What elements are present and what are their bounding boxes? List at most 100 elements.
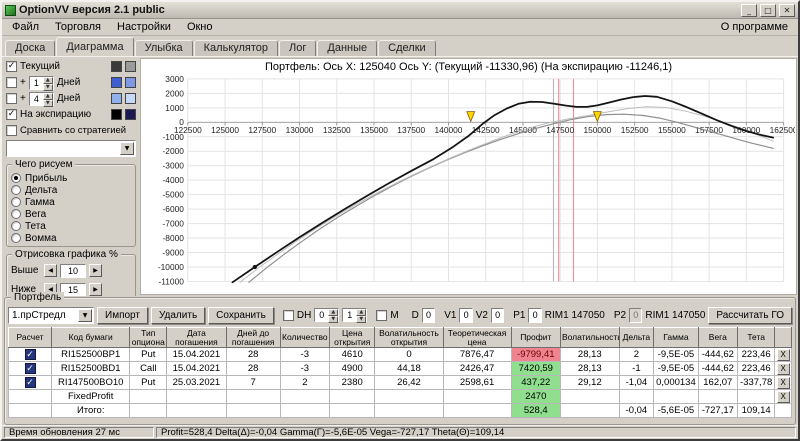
column-header-10[interactable]: Волатильность — [559, 327, 620, 348]
expiration-checkbox[interactable] — [6, 109, 17, 120]
menu-about[interactable]: О программе — [713, 20, 796, 34]
current-color-swatch-2[interactable] — [125, 61, 136, 72]
column-header-4[interactable]: Дней до погашения — [225, 327, 281, 348]
column-header-8[interactable]: Теоретическая цена — [442, 327, 512, 348]
tab-smile[interactable]: Улыбка — [134, 40, 193, 56]
maximize-button[interactable]: □ — [760, 3, 776, 17]
portfolio-preset-select[interactable]: 1.прСтредл ▼ — [8, 306, 94, 324]
plus1-color-swatch-2[interactable] — [125, 77, 136, 88]
cell-0: FixedProfit — [51, 389, 131, 404]
radio-icon — [11, 209, 21, 219]
decrease-above-button[interactable]: ◀ — [44, 264, 57, 277]
profit-chart[interactable]: 3000200010000-1000-2000-3000-4000-5000-6… — [141, 74, 795, 294]
row-calc-cell: ✓ — [7, 347, 53, 362]
radio-delta[interactable]: Дельта — [11, 184, 131, 196]
up-arrow-icon[interactable]: ▲ — [42, 92, 53, 100]
calc-go-button[interactable]: Рассчитать ГО — [708, 306, 792, 324]
column-header-12[interactable]: Гамма — [653, 327, 699, 348]
plus4-checkbox[interactable] — [6, 93, 17, 104]
minimize-button[interactable]: _ — [741, 3, 757, 17]
m-checkbox[interactable] — [376, 309, 388, 321]
row-calc-checkbox[interactable]: ✓ — [24, 363, 36, 374]
row-delete-button[interactable]: X — [776, 348, 790, 361]
row-delete-button[interactable]: X — [776, 376, 790, 389]
column-header-6[interactable]: Цена открытия — [328, 327, 376, 348]
plus1-checkbox[interactable] — [6, 77, 17, 88]
svg-text:2000: 2000 — [165, 88, 184, 98]
import-button[interactable]: Импорт — [97, 306, 148, 324]
column-header-15[interactable] — [774, 327, 792, 348]
column-header-7[interactable]: Волатильность открытия — [374, 327, 444, 348]
cell-8: 7420,59 — [510, 361, 561, 376]
row-delete-button[interactable]: X — [776, 390, 790, 403]
column-header-14[interactable]: Тета — [736, 327, 776, 348]
radio-gamma[interactable]: Гамма — [11, 196, 131, 208]
column-header-11[interactable]: Дельта — [618, 327, 655, 348]
expiration-color-swatch-2[interactable] — [125, 109, 136, 120]
column-header-2[interactable]: Тип опциона — [129, 327, 168, 348]
v2-field[interactable]: 0 — [490, 307, 505, 323]
up-arrow-icon[interactable]: ▲ — [328, 309, 339, 316]
table-row: Итого: 528,4 -0,04 -5,6E-05 -727,17 109,14 — [7, 403, 792, 418]
down-arrow-icon[interactable]: ▼ — [356, 316, 367, 323]
column-header-13[interactable]: Вега — [697, 327, 738, 348]
plus1-color-swatch-1[interactable] — [111, 77, 122, 88]
save-button[interactable]: Сохранить — [208, 306, 274, 324]
dh-stepper-1[interactable]: 0 ▲ ▼ — [314, 308, 340, 323]
up-arrow-icon[interactable]: ▲ — [42, 76, 53, 84]
cell-10: -0,04 — [618, 403, 655, 418]
p1-field[interactable]: 0 — [528, 307, 542, 323]
radio-vega[interactable]: Вега — [11, 208, 131, 220]
v1-field[interactable]: 0 — [459, 307, 473, 323]
increase-below-button[interactable]: ▶ — [89, 283, 102, 296]
p2-field[interactable]: 0 — [629, 307, 643, 323]
column-header-1[interactable]: Код бумаги — [51, 327, 131, 348]
radio-vomma[interactable]: Вомма — [11, 232, 131, 244]
cell-11: -5,6E-05 — [653, 403, 699, 418]
column-header-0[interactable]: Расчет — [7, 327, 53, 348]
plus4-color-swatch-1[interactable] — [111, 93, 122, 104]
cell-1: Put — [129, 347, 168, 362]
tab-calculator[interactable]: Калькулятор — [193, 40, 279, 56]
down-arrow-icon[interactable]: ▼ — [328, 316, 339, 323]
svg-text:-7000: -7000 — [163, 218, 185, 228]
current-checkbox[interactable] — [6, 61, 17, 72]
plus4-color-swatch-2[interactable] — [125, 93, 136, 104]
row-calc-checkbox[interactable]: ✓ — [24, 377, 36, 388]
cell-7 — [442, 403, 512, 418]
compare-strategy-checkbox[interactable] — [6, 125, 17, 136]
row-delete-button[interactable]: X — [776, 362, 790, 375]
cell-5 — [328, 403, 376, 418]
current-color-swatch-1[interactable] — [111, 61, 122, 72]
dh-stepper-2[interactable]: 1 ▲ ▼ — [342, 308, 368, 323]
close-button[interactable]: ✕ — [779, 3, 795, 17]
svg-text:132500: 132500 — [323, 125, 351, 135]
plus4-days-stepper[interactable]: 4 ▲ ▼ — [28, 91, 54, 107]
plus1-days-stepper[interactable]: 1 ▲ ▼ — [28, 75, 54, 91]
tab-log[interactable]: Лог — [279, 40, 317, 56]
column-header-3[interactable]: Дата погашения — [166, 327, 227, 348]
menu-window[interactable]: Окно — [179, 20, 221, 34]
delete-button[interactable]: Удалить — [150, 306, 206, 324]
down-arrow-icon[interactable]: ▼ — [42, 99, 53, 107]
strategy-select[interactable]: ▼ — [6, 140, 136, 157]
expiration-color-swatch-1[interactable] — [111, 109, 122, 120]
tab-data[interactable]: Данные — [317, 40, 378, 56]
row-calc-checkbox[interactable]: ✓ — [24, 349, 36, 360]
radio-theta[interactable]: Тета — [11, 220, 131, 232]
down-arrow-icon[interactable]: ▼ — [42, 83, 53, 91]
increase-above-button[interactable]: ▶ — [89, 264, 102, 277]
up-arrow-icon[interactable]: ▲ — [356, 309, 367, 316]
dh-checkbox[interactable] — [282, 309, 294, 321]
column-header-9[interactable]: Профит — [510, 327, 561, 348]
column-header-5[interactable]: Количество — [279, 327, 331, 348]
d-field[interactable]: 0 — [421, 307, 436, 323]
tab-deals[interactable]: Сделки — [378, 40, 436, 56]
menu-trading[interactable]: Торговля — [47, 20, 109, 34]
menu-settings[interactable]: Настройки — [109, 20, 179, 34]
cell-13: 109,14 — [736, 403, 776, 418]
tab-board[interactable]: Доска — [5, 40, 56, 56]
menu-file[interactable]: Файл — [4, 20, 47, 34]
radio-profit[interactable]: Прибыль — [11, 172, 131, 184]
tab-diagram[interactable]: Диаграмма — [56, 37, 134, 56]
